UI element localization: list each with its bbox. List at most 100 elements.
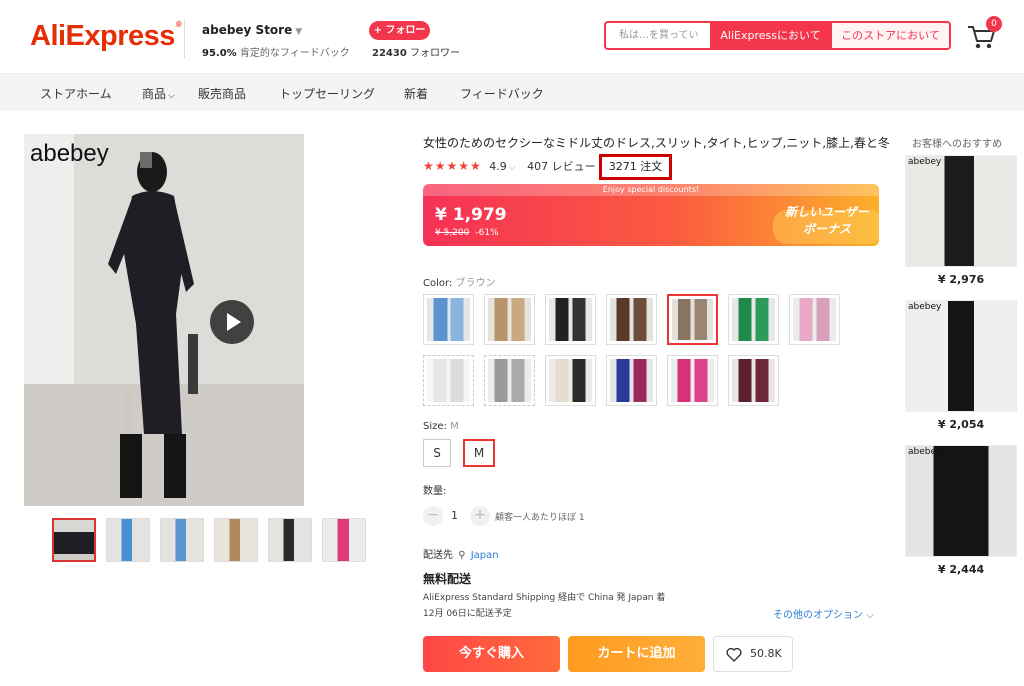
chevron-down-icon: ⌵ — [168, 91, 175, 101]
more-shipping-options-label: その他のオプション — [773, 610, 863, 621]
nav-products-label: 商品 — [142, 87, 167, 101]
size-option-s[interactable]: S — [423, 439, 451, 467]
delivery-date: 12月 06日に配送予定 — [423, 609, 512, 619]
color-swatch-2[interactable] — [484, 294, 535, 345]
heart-icon — [726, 647, 742, 662]
shipping-detail: AliExpress Standard Shipping 経由で China 発… — [423, 593, 666, 603]
ship-to-country[interactable]: Japan — [471, 550, 499, 561]
buy-now-button[interactable]: 今すぐ購入 — [423, 636, 560, 672]
chevron-down-icon: ⌵ — [866, 610, 874, 621]
star-rating-icon: ★★★★★ — [423, 159, 482, 173]
followers-number: 22430 — [372, 48, 407, 59]
nav-sale-items[interactable]: 販売商品 — [198, 85, 246, 102]
feedback-percent: 95.0% — [202, 48, 237, 59]
recommendation-card-1[interactable]: abebey — [905, 155, 1017, 267]
rating-row: ★★★★★ 4.9 ⌵ 407 レビュー — [423, 158, 596, 176]
size-label: Size: M — [423, 421, 459, 432]
quantity-value[interactable]: 1 — [451, 509, 458, 522]
color-label-text: Color: — [423, 278, 453, 289]
ship-to: 配送先 ⚲ Japan — [423, 546, 499, 561]
color-swatch-6[interactable] — [728, 294, 779, 345]
wishlist-count: 50.8K — [750, 647, 782, 660]
product-title: 女性のためのセクシーなミドル丈のドレス,スリット,タイト,ヒップ,ニット,膝上,… — [423, 136, 890, 150]
search-bar: 私は…を買ってい AliExpressにおいて このストアにおいて — [604, 21, 951, 50]
brand-watermark: abebey — [30, 140, 109, 167]
quantity-increase-button[interactable]: + — [470, 506, 490, 526]
store-feedback: 95.0% 肯定的なフィードバック — [202, 44, 350, 59]
aliexpress-logo[interactable]: AliExpress® — [30, 20, 182, 53]
recommendation-brand: abebey — [908, 302, 942, 312]
review-count[interactable]: 407 レビュー — [527, 160, 596, 173]
cart-count-badge: 0 — [986, 16, 1002, 32]
color-swatch-8[interactable] — [423, 355, 474, 406]
recommendation-card-3[interactable]: abebey — [905, 445, 1017, 557]
color-swatch-7[interactable] — [789, 294, 840, 345]
nav-top-selling[interactable]: トップセーリング — [279, 85, 375, 102]
recommendation-price-3: ¥ 2,444 — [937, 563, 985, 576]
store-name-link[interactable]: abebey Store ▼ — [202, 23, 302, 37]
ship-to-label: 配送先 — [423, 550, 453, 561]
quantity-decrease-button[interactable]: − — [423, 506, 443, 526]
thumbnail-1[interactable] — [52, 518, 96, 562]
location-pin-icon: ⚲ — [458, 550, 466, 561]
search-input[interactable]: 私は…を買ってい — [606, 23, 710, 48]
new-user-bonus[interactable]: 新しいユーザーボーナス — [785, 204, 869, 238]
follower-count: 22430 フォロワー — [372, 44, 460, 59]
thumbnail-4[interactable] — [214, 518, 258, 562]
rating-value[interactable]: 4.9 — [489, 160, 507, 173]
discount-percent: -61% — [475, 228, 499, 238]
selected-size: M — [450, 421, 459, 432]
current-price: ¥ 1,979 — [435, 205, 507, 225]
recommendation-brand: abebey — [908, 157, 942, 167]
recommendation-card-2[interactable]: abebey — [905, 300, 1017, 412]
color-label: Color: ブラウン — [423, 274, 496, 289]
nav-products[interactable]: 商品 ⌵ — [142, 85, 175, 102]
recommendations-title: お客様へのおすすめ — [912, 139, 1002, 150]
follow-button[interactable]: + フォロー — [369, 21, 430, 40]
color-swatch-4[interactable] — [606, 294, 657, 345]
color-swatch-11[interactable] — [606, 355, 657, 406]
recommendation-brand: abebey — [908, 447, 942, 457]
promo-strip: Enjoy special discounts! — [423, 184, 879, 196]
color-swatch-9[interactable] — [484, 355, 535, 406]
feedback-label: 肯定的なフィードバック — [239, 48, 350, 59]
free-shipping: 無料配送 — [423, 572, 472, 586]
color-swatch-5-selected[interactable] — [667, 294, 718, 345]
order-count: 3271 注文 — [599, 154, 672, 180]
color-swatch-13[interactable] — [728, 355, 779, 406]
store-nav: ストアホーム 商品 ⌵ 販売商品 トップセーリング 新着 フィードバック — [0, 74, 1024, 111]
size-option-m-selected[interactable]: M — [463, 439, 495, 467]
price-banner: Enjoy special discounts! ¥ 1,979 ¥ 5,200… — [423, 184, 879, 246]
recommendation-price-1: ¥ 2,976 — [937, 273, 985, 286]
color-swatch-10[interactable] — [545, 355, 596, 406]
original-price: ¥ 5,200 -61% — [435, 228, 499, 238]
search-store-button[interactable]: このストアにおいて — [831, 23, 949, 48]
color-swatch-1[interactable] — [423, 294, 474, 345]
quantity-label: 数量: — [423, 486, 447, 497]
chevron-down-icon: ▼ — [295, 27, 303, 37]
header-divider — [184, 20, 185, 58]
chevron-down-icon: ⌵ — [508, 163, 516, 173]
thumbnail-6[interactable] — [322, 518, 366, 562]
thumbnail-3[interactable] — [160, 518, 204, 562]
size-label-text: Size: — [423, 421, 447, 432]
nav-new-arrivals[interactable]: 新着 — [404, 85, 428, 102]
nav-store-home[interactable]: ストアホーム — [40, 85, 112, 102]
search-aliexpress-button[interactable]: AliExpressにおいて — [710, 23, 831, 48]
followers-label: フォロワー — [409, 48, 460, 59]
color-swatch-12[interactable] — [667, 355, 718, 406]
add-to-cart-button[interactable]: カートに追加 — [568, 636, 705, 672]
color-swatch-3[interactable] — [545, 294, 596, 345]
play-video-icon[interactable] — [210, 300, 254, 344]
more-shipping-options[interactable]: その他のオプション ⌵ — [773, 606, 874, 621]
thumbnail-2[interactable] — [106, 518, 150, 562]
recommendation-price-2: ¥ 2,054 — [937, 418, 985, 431]
thumbnail-5[interactable] — [268, 518, 312, 562]
nav-feedback[interactable]: フィードバック — [460, 85, 544, 102]
product-main-image[interactable]: abebey — [24, 134, 304, 506]
wishlist-button[interactable]: 50.8K — [713, 636, 793, 672]
selected-color: ブラウン — [455, 278, 496, 289]
quantity-limit-note: 顧客一人あたりほぼ 1 — [495, 513, 585, 523]
product-photo — [24, 134, 304, 506]
store-header: AliExpress® abebey Store ▼ 95.0% 肯定的なフィード… — [0, 0, 1024, 74]
